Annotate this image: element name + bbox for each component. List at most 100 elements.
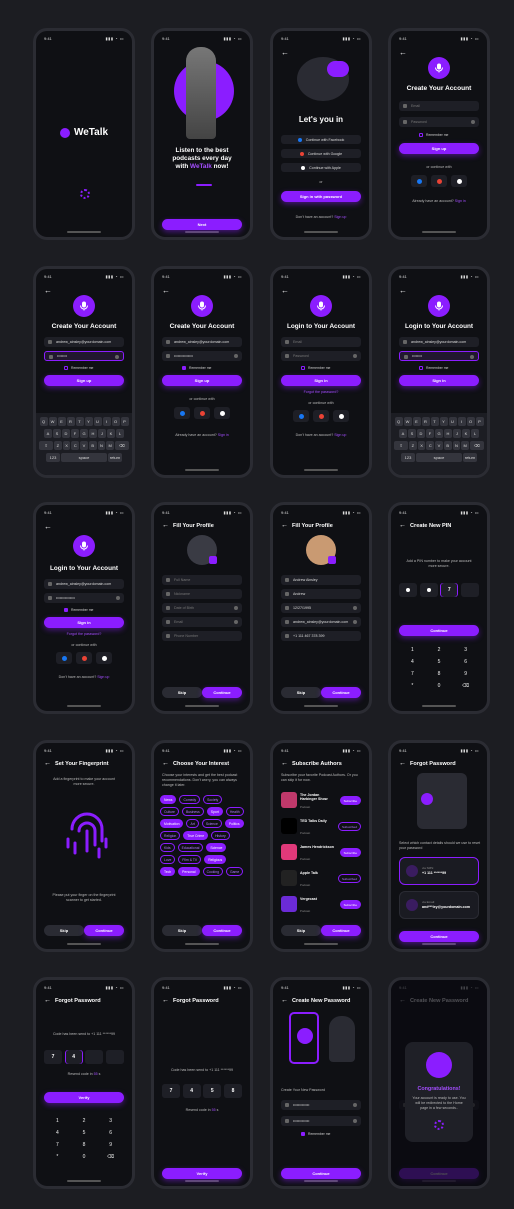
skip-button[interactable]: Skip xyxy=(281,925,321,936)
remember-me-checkbox[interactable]: Remember me xyxy=(301,366,330,370)
key[interactable]: I xyxy=(457,417,466,426)
key[interactable]: J xyxy=(98,429,106,438)
field-trailing-icon[interactable] xyxy=(353,1102,357,1107)
sign-up-button[interactable]: Sign up xyxy=(44,375,124,386)
google-button[interactable] xyxy=(194,407,210,419)
interest-chip[interactable]: Personal xyxy=(178,867,200,876)
key[interactable]: H xyxy=(89,429,97,438)
keypad-key[interactable]: 6 xyxy=(452,659,479,665)
interest-chip[interactable]: Game xyxy=(226,867,244,876)
back-arrow-icon[interactable]: ← xyxy=(162,522,169,529)
edit-avatar-icon[interactable] xyxy=(209,556,217,564)
code-digit-box[interactable] xyxy=(399,583,417,597)
password-field[interactable]: ••••••••••••••• xyxy=(162,351,242,361)
keypad-key[interactable]: 3 xyxy=(97,1118,124,1124)
key[interactable]: X xyxy=(417,441,426,450)
facebook-button[interactable] xyxy=(293,410,309,422)
apple-button[interactable] xyxy=(451,175,467,187)
email-field[interactable]: andrew_ainsley@yourdomain.com xyxy=(44,579,124,589)
keypad-key[interactable]: 9 xyxy=(97,1142,124,1148)
keypad-key[interactable]: 7 xyxy=(399,671,426,677)
subscribe-button[interactable]: Subscribe xyxy=(339,848,361,857)
interest-chip[interactable]: Film & TV xyxy=(178,855,202,864)
key[interactable]: B xyxy=(443,441,452,450)
field-trailing-icon[interactable] xyxy=(115,354,119,359)
profile-field[interactable]: Andrew xyxy=(281,589,361,599)
sign-up-button[interactable]: Sign up xyxy=(162,375,242,386)
interest-chip[interactable]: History xyxy=(211,831,230,840)
key[interactable]: E xyxy=(412,417,421,426)
profile-field[interactable]: Date of Birth xyxy=(162,603,242,613)
keypad-key[interactable]: 1 xyxy=(44,1118,71,1124)
key[interactable]: ⇧ xyxy=(39,441,53,450)
field-trailing-icon[interactable] xyxy=(234,619,238,624)
password-field[interactable]: Password xyxy=(399,117,479,127)
interest-chip[interactable]: Politics xyxy=(224,819,244,828)
profile-field[interactable]: Email xyxy=(162,617,242,627)
key[interactable]: L xyxy=(116,429,124,438)
checkbox-icon[interactable] xyxy=(64,366,68,370)
interest-chip[interactable]: Culture xyxy=(160,807,179,816)
back-arrow-icon[interactable]: ← xyxy=(44,997,51,1004)
code-digit-box[interactable]: 5 xyxy=(203,1084,222,1098)
subscribe-button[interactable]: Subscribed xyxy=(337,874,361,883)
key[interactable]: N xyxy=(97,441,106,450)
keypad-key[interactable]: ⌫ xyxy=(97,1154,124,1160)
password-field[interactable]: ••••••••••••••• xyxy=(44,593,124,603)
key[interactable]: V xyxy=(80,441,88,450)
key[interactable]: ⌫ xyxy=(470,441,484,450)
checkbox-icon[interactable] xyxy=(301,366,305,370)
back-arrow-icon[interactable]: ← xyxy=(162,760,169,767)
key-space[interactable]: space xyxy=(61,453,107,462)
key[interactable]: D xyxy=(62,429,70,438)
footer-link[interactable]: Sign up xyxy=(334,215,346,219)
remember-me-checkbox[interactable]: Remember me xyxy=(419,366,448,370)
key[interactable]: O xyxy=(111,417,120,426)
interest-chip[interactable]: Society xyxy=(203,795,223,804)
field-trailing-icon[interactable] xyxy=(471,119,475,124)
keypad-key[interactable]: * xyxy=(399,683,426,689)
footer-link[interactable]: Sign in xyxy=(218,433,229,437)
key[interactable]: K xyxy=(107,429,115,438)
key[interactable]: Q xyxy=(39,417,48,426)
profile-field[interactable]: Full Name xyxy=(162,575,242,585)
avatar[interactable] xyxy=(187,535,217,565)
profile-field[interactable]: Phone Number xyxy=(162,631,242,641)
key[interactable]: W xyxy=(403,417,412,426)
sms-option-card[interactable]: via SMS: +1 111 ******99 xyxy=(399,857,479,885)
footer-link[interactable]: Sign up xyxy=(334,433,346,437)
code-digit-box[interactable]: 4 xyxy=(182,1084,201,1098)
key[interactable]: U xyxy=(448,417,457,426)
key[interactable]: E xyxy=(57,417,66,426)
email-field[interactable]: andrew_ainsley@yourdomain.com xyxy=(399,337,479,347)
key[interactable]: W xyxy=(48,417,57,426)
apple-button[interactable]: Continue with Apple xyxy=(281,163,361,172)
key[interactable]: D xyxy=(417,429,425,438)
code-digit-box[interactable] xyxy=(105,1050,124,1064)
key-numbers[interactable]: 123 xyxy=(46,453,60,462)
interest-chip[interactable]: Science xyxy=(206,843,227,852)
key[interactable]: T xyxy=(430,417,439,426)
interest-chip[interactable]: Tech xyxy=(160,867,176,876)
keypad-key[interactable]: ⌫ xyxy=(452,683,479,689)
key[interactable]: ⇧ xyxy=(394,441,408,450)
google-button[interactable] xyxy=(76,652,92,664)
key[interactable]: B xyxy=(88,441,97,450)
profile-field[interactable]: Andrew Ainsley xyxy=(281,575,361,585)
profile-field[interactable]: andrew_ainsley@yourdomain.com xyxy=(281,617,361,627)
checkbox-icon[interactable] xyxy=(419,133,423,137)
keypad-key[interactable]: 8 xyxy=(71,1142,98,1148)
key[interactable]: A xyxy=(399,429,407,438)
key-space[interactable]: space xyxy=(416,453,462,462)
key[interactable]: Y xyxy=(84,417,93,426)
checkbox-icon[interactable] xyxy=(419,366,423,370)
key[interactable]: R xyxy=(66,417,75,426)
code-digit-box[interactable]: 8 xyxy=(223,1084,242,1098)
back-arrow-icon[interactable]: ← xyxy=(281,760,288,767)
keypad-key[interactable]: 2 xyxy=(71,1118,98,1124)
interest-chip[interactable]: News xyxy=(160,795,177,804)
interest-chip[interactable]: Comedy xyxy=(179,795,201,804)
verify-button[interactable]: Verify xyxy=(44,1092,124,1103)
field-trailing-icon[interactable] xyxy=(353,605,357,610)
sign-in-button[interactable]: Sign in xyxy=(399,375,479,386)
